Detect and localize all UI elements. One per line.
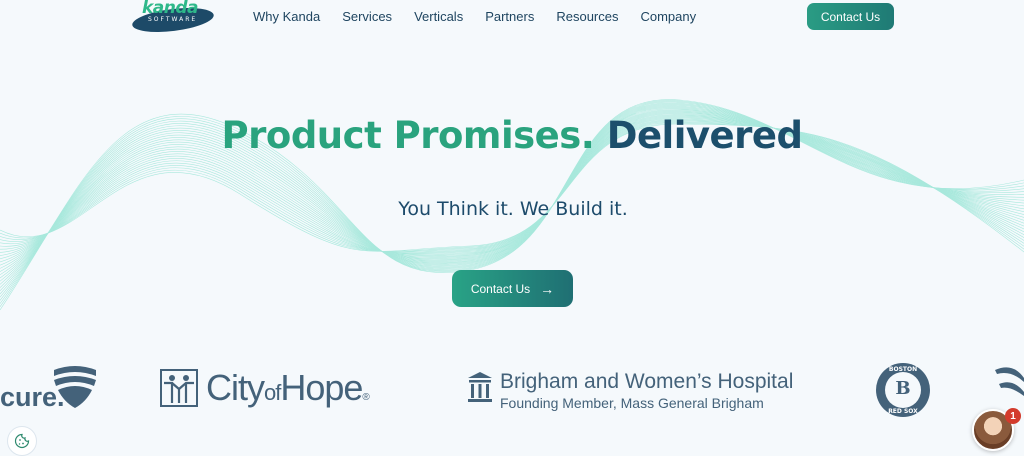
nav-why-kanda[interactable]: Why Kanda: [253, 9, 320, 24]
main-nav: Why Kanda Services Verticals Partners Re…: [253, 9, 718, 24]
red-sox-bottom-text: RED SOX: [888, 408, 918, 415]
brigham-building-icon: [468, 372, 492, 402]
hero-title-green: Product Promises.: [221, 114, 595, 157]
brigham-name: Brigham and Women’s Hospital: [500, 370, 794, 393]
cookie-icon: [14, 433, 30, 449]
header-contact-button[interactable]: Contact Us: [807, 3, 894, 30]
cure-shield-icon: [54, 366, 96, 408]
cookie-settings-button[interactable]: [7, 426, 37, 456]
nav-services[interactable]: Services: [342, 9, 392, 24]
client-logo-brigham: Brigham and Women’s Hospital Founding Me…: [466, 370, 793, 411]
hero-contact-label: Contact Us: [470, 281, 531, 296]
chat-notification-badge[interactable]: 1: [1005, 408, 1021, 424]
nav-verticals[interactable]: Verticals: [414, 9, 463, 24]
brigham-subtitle: Founding Member, Mass General Brigham: [500, 395, 764, 411]
red-sox-initial: B: [895, 378, 911, 399]
client-logo-city-of-hope: CityofHope®: [160, 367, 370, 409]
hero-title-dark: Delivered: [606, 114, 803, 157]
nav-resources[interactable]: Resources: [556, 9, 618, 24]
kanda-logo[interactable]: kanda SOFTWARE: [130, 0, 218, 36]
hero-title: Product Promises. Delivered: [0, 114, 1024, 157]
hero-contact-button[interactable]: Contact Us →: [452, 270, 573, 307]
city-of-hope-figures-icon: [160, 369, 198, 407]
nav-partners[interactable]: Partners: [485, 9, 534, 24]
site-header: kanda SOFTWARE Why Kanda Services Vertic…: [0, 0, 1024, 36]
partial-client-logo: [995, 367, 1024, 396]
client-logos-strip: cure. CityofHope® Brigham and Women’s Ho…: [0, 356, 1024, 426]
hero-subtitle: You Think it. We Build it.: [398, 198, 628, 220]
client-logo-red-sox: BOSTON B RED SOX: [876, 363, 930, 417]
city-of-hope-text: CityofHope®: [206, 367, 370, 408]
logo-tagline: SOFTWARE: [148, 16, 198, 23]
arrow-right-icon: →: [540, 280, 555, 297]
nav-company[interactable]: Company: [640, 9, 696, 24]
